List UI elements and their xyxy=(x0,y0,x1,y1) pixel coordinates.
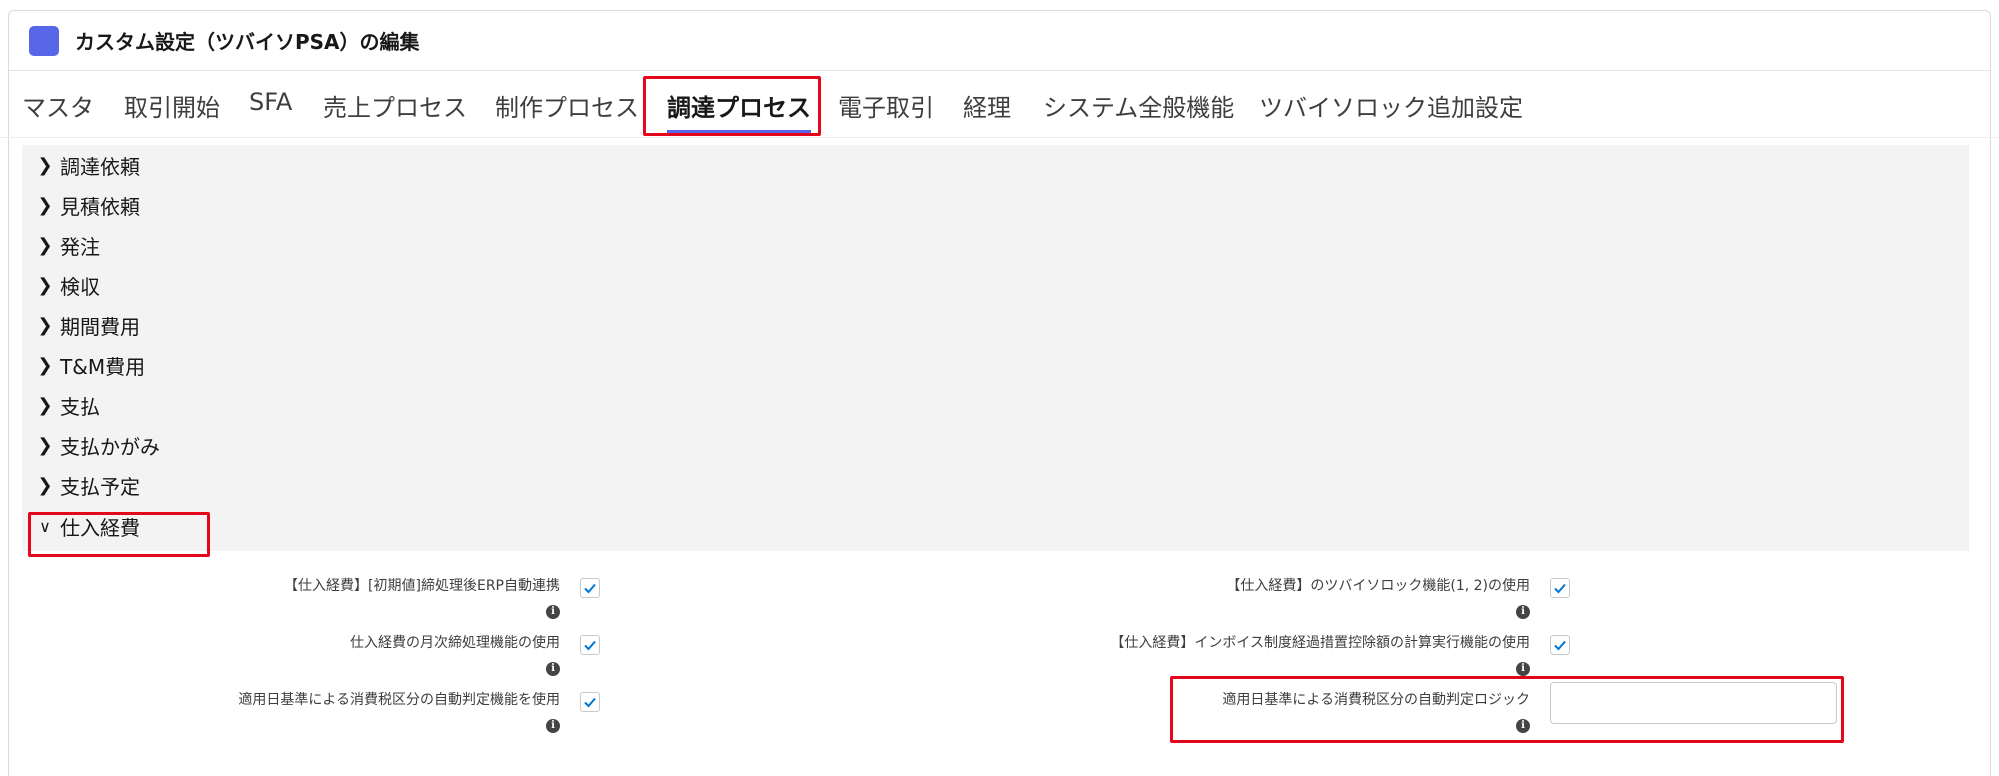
monthly-close-checkbox[interactable] xyxy=(580,635,600,655)
chevron-right-icon: ❯ xyxy=(37,354,53,376)
section-payment-schedule[interactable]: ❯ 支払予定 xyxy=(22,465,1969,505)
field-tsubaiso-lock: 【仕入経費】のツバイソロック機能(1, 2)の使用 i xyxy=(922,575,1530,625)
field-invoice-transition: 【仕入経費】インボイス制度経過措置控除額の計算実行機能の使用 i xyxy=(922,632,1530,682)
auto-tax-judgment-checkbox[interactable] xyxy=(580,692,600,712)
section-tm-expense[interactable]: ❯ T&M費用 xyxy=(22,345,1969,385)
purchase-expense-fields: 【仕入経費】[初期値]締処理後ERP自動連携 i 仕入経費の月次締処理機能の使用… xyxy=(22,560,1969,776)
chevron-right-icon: ❯ xyxy=(37,154,53,176)
section-label: 支払 xyxy=(60,394,100,419)
section-procurement-request[interactable]: ❯ 調達依頼 xyxy=(22,145,1969,185)
tab-production-process[interactable]: 制作プロセス xyxy=(495,88,639,123)
erp-auto-link-checkbox[interactable] xyxy=(580,578,600,598)
tab-bar: マスタ 取引開始 SFA 売上プロセス 制作プロセス 調達プロセス 電子取引 経… xyxy=(0,60,1999,138)
invoice-transition-checkbox[interactable] xyxy=(1550,635,1570,655)
tab-tsubaiso-lock-settings[interactable]: ツバイソロック追加設定 xyxy=(1259,88,1523,123)
info-icon[interactable]: i xyxy=(546,719,560,733)
tab-procurement-process[interactable]: 調達プロセス xyxy=(667,88,811,133)
section-purchase-order[interactable]: ❯ 発注 xyxy=(22,225,1969,265)
checkmark-icon xyxy=(584,583,596,594)
chevron-right-icon: ❯ xyxy=(37,194,53,216)
checkmark-icon xyxy=(584,640,596,651)
field-auto-tax-logic: 適用日基準による消費税区分の自動判定ロジック i xyxy=(922,689,1530,739)
info-icon[interactable]: i xyxy=(546,605,560,619)
tsubaiso-lock-checkbox[interactable] xyxy=(1550,578,1570,598)
field-monthly-close: 仕入経費の月次締処理機能の使用 i xyxy=(22,632,560,682)
section-purchase-expense[interactable]: ∨ 仕入経費 xyxy=(22,506,1969,546)
info-icon[interactable]: i xyxy=(546,662,560,676)
field-label: 【仕入経費】[初期値]締処理後ERP自動連携 xyxy=(284,578,560,594)
chevron-right-icon: ❯ xyxy=(37,274,53,296)
section-label: 期間費用 xyxy=(60,314,140,339)
section-label: 調達依頼 xyxy=(60,154,140,179)
section-payment[interactable]: ❯ 支払 xyxy=(22,385,1969,425)
chevron-down-icon: ∨ xyxy=(39,516,51,536)
auto-tax-logic-input[interactable] xyxy=(1550,682,1837,724)
field-label: 【仕入経費】インボイス制度経過措置控除額の計算実行機能の使用 xyxy=(1110,635,1530,651)
section-label: 仕入経費 xyxy=(60,515,140,540)
tab-sales-process[interactable]: 売上プロセス xyxy=(323,88,467,123)
page-title: カスタム設定（ツバイソPSA）の編集 xyxy=(75,30,420,54)
section-payment-cover[interactable]: ❯ 支払かがみ xyxy=(22,425,1969,465)
chevron-right-icon: ❯ xyxy=(37,394,53,416)
chevron-right-icon: ❯ xyxy=(37,234,53,256)
tab-accounting[interactable]: 経理 xyxy=(963,88,1011,123)
section-inspection[interactable]: ❯ 検収 xyxy=(22,265,1969,305)
section-label: 検収 xyxy=(60,274,100,299)
field-label: 仕入経費の月次締処理機能の使用 xyxy=(350,635,560,651)
section-label: 見積依頼 xyxy=(60,194,140,219)
checkmark-icon xyxy=(1554,640,1566,651)
section-label: T&M費用 xyxy=(60,354,146,379)
section-label: 発注 xyxy=(60,234,100,259)
tab-electronic-transaction[interactable]: 電子取引 xyxy=(838,88,934,123)
tab-master[interactable]: マスタ xyxy=(22,88,94,123)
section-period-expense[interactable]: ❯ 期間費用 xyxy=(22,305,1969,345)
checkmark-icon xyxy=(584,697,596,708)
tab-deal-start[interactable]: 取引開始 xyxy=(124,88,220,123)
field-label: 適用日基準による消費税区分の自動判定機能を使用 xyxy=(238,692,560,708)
chevron-right-icon: ❯ xyxy=(37,474,53,496)
section-label: 支払予定 xyxy=(60,474,140,499)
section-quote-request[interactable]: ❯ 見積依頼 xyxy=(22,185,1969,225)
chevron-right-icon: ❯ xyxy=(37,434,53,456)
section-label: 支払かがみ xyxy=(60,434,160,459)
custom-settings-icon xyxy=(29,25,59,56)
tab-system-general[interactable]: システム全般機能 xyxy=(1043,88,1234,123)
info-icon[interactable]: i xyxy=(1516,719,1530,733)
field-label: 【仕入経費】のツバイソロック機能(1, 2)の使用 xyxy=(1226,578,1530,594)
checkmark-icon xyxy=(1554,583,1566,594)
field-erp-auto-link: 【仕入経費】[初期値]締処理後ERP自動連携 i xyxy=(22,575,560,625)
chevron-right-icon: ❯ xyxy=(37,314,53,336)
accordion-sections: ❯ 調達依頼 ❯ 見積依頼 ❯ 発注 ❯ 検収 ❯ 期間費用 ❯ T&M費用 ❯… xyxy=(22,145,1969,551)
tab-sfa[interactable]: SFA xyxy=(249,88,292,116)
info-icon[interactable]: i xyxy=(1516,662,1530,676)
field-label: 適用日基準による消費税区分の自動判定ロジック xyxy=(1222,692,1530,708)
field-auto-tax-judgment: 適用日基準による消費税区分の自動判定機能を使用 i xyxy=(22,689,560,739)
info-icon[interactable]: i xyxy=(1516,605,1530,619)
